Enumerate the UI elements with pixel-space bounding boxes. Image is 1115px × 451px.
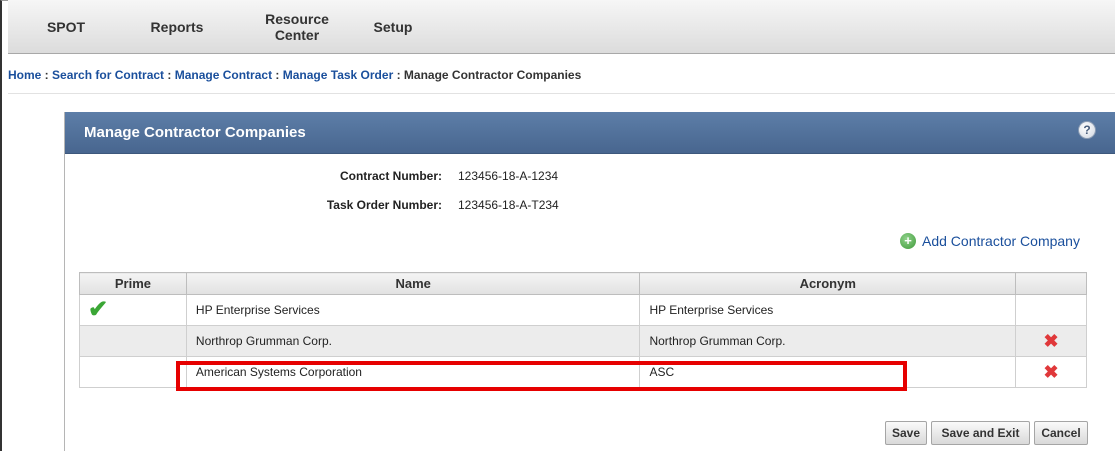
table-header-row: Prime Name Acronym <box>79 272 1087 295</box>
prime-cell <box>79 325 187 357</box>
breadcrumb-manage-contract[interactable]: Manage Contract <box>175 68 272 82</box>
top-navigation: SPOT Reports Resource Center Setup <box>8 0 1115 54</box>
company-acronym-cell: HP Enterprise Services <box>639 294 1017 326</box>
nav-spot[interactable]: SPOT <box>36 0 96 54</box>
breadcrumb-manage-task-order[interactable]: Manage Task Order <box>283 68 393 82</box>
company-acronym-cell: ASC <box>639 356 1017 388</box>
table-row[interactable]: Northrop Grumman Corp. Northrop Grumman … <box>79 325 1087 357</box>
column-header-prime[interactable]: Prime <box>79 272 187 295</box>
nav-spot-label: SPOT <box>46 19 86 35</box>
panel-header: Manage Contractor Companies ? <box>65 112 1115 154</box>
checkmark-icon: ✔ <box>88 296 109 323</box>
contract-number-value: 123456-18-A-1234 <box>458 169 559 183</box>
prime-cell <box>79 356 187 388</box>
save-and-exit-button[interactable]: Save and Exit <box>931 421 1030 445</box>
company-name-cell: American Systems Corporation <box>185 356 641 388</box>
nav-reports[interactable]: Reports <box>141 0 213 54</box>
column-header-name[interactable]: Name <box>185 272 641 295</box>
column-header-actions <box>1015 272 1087 295</box>
action-cell: ✖ <box>1015 325 1087 357</box>
breadcrumb-search-for-contract[interactable]: Search for Contract <box>52 68 164 82</box>
breadcrumb-separator: : <box>164 68 175 82</box>
save-button[interactable]: Save <box>885 421 927 445</box>
nav-reports-label: Reports <box>150 19 204 35</box>
action-cell: ✖ <box>1015 356 1087 388</box>
breadcrumb-separator: : <box>272 68 283 82</box>
nav-setup-label: Setup <box>373 19 413 35</box>
add-contractor-company-link[interactable]: + Add Contractor Company <box>900 233 1080 249</box>
company-acronym-cell: Northrop Grumman Corp. <box>639 325 1017 357</box>
panel-title: Manage Contractor Companies <box>84 124 306 141</box>
nav-resource-center-label-2: Center <box>274 27 320 43</box>
table-row[interactable]: ✔ HP Enterprise Services HP Enterprise S… <box>79 294 1087 326</box>
column-header-acronym[interactable]: Acronym <box>639 272 1017 295</box>
cancel-button[interactable]: Cancel <box>1034 421 1088 445</box>
prime-cell: ✔ <box>79 294 187 326</box>
breadcrumb: Home : Search for Contract : Manage Cont… <box>8 58 1115 94</box>
breadcrumb-separator: : <box>41 68 53 82</box>
nav-resource-center[interactable]: Resource Center <box>258 0 336 54</box>
help-icon[interactable]: ? <box>1078 121 1096 139</box>
action-buttons: Save Save and Exit Cancel <box>885 421 1090 445</box>
nav-resource-center-label-1: Resource <box>265 11 329 27</box>
task-order-number-value: 123456-18-A-T234 <box>458 198 559 212</box>
action-cell <box>1015 294 1087 326</box>
company-name-cell: Northrop Grumman Corp. <box>185 325 641 357</box>
breadcrumb-current: Manage Contractor Companies <box>403 68 582 82</box>
contract-number-label: Contract Number: <box>339 169 442 183</box>
breadcrumb-separator: : <box>393 68 404 82</box>
delete-icon[interactable]: ✖ <box>1043 331 1058 352</box>
contractor-companies-table: Prime Name Acronym ✔ HP Enterprise Servi… <box>79 272 1087 388</box>
breadcrumb-home[interactable]: Home <box>8 68 41 82</box>
company-name-cell: HP Enterprise Services <box>185 294 641 326</box>
add-contractor-company-label: Add Contractor Company <box>922 233 1080 249</box>
table-row[interactable]: American Systems Corporation ASC ✖ <box>79 356 1087 388</box>
manage-contractor-companies-panel: Manage Contractor Companies ? Contract N… <box>64 112 1115 451</box>
task-order-number-label: Task Order Number: <box>326 198 442 212</box>
delete-icon[interactable]: ✖ <box>1043 362 1058 383</box>
nav-setup[interactable]: Setup <box>363 0 423 54</box>
add-circle-icon: + <box>900 233 916 249</box>
